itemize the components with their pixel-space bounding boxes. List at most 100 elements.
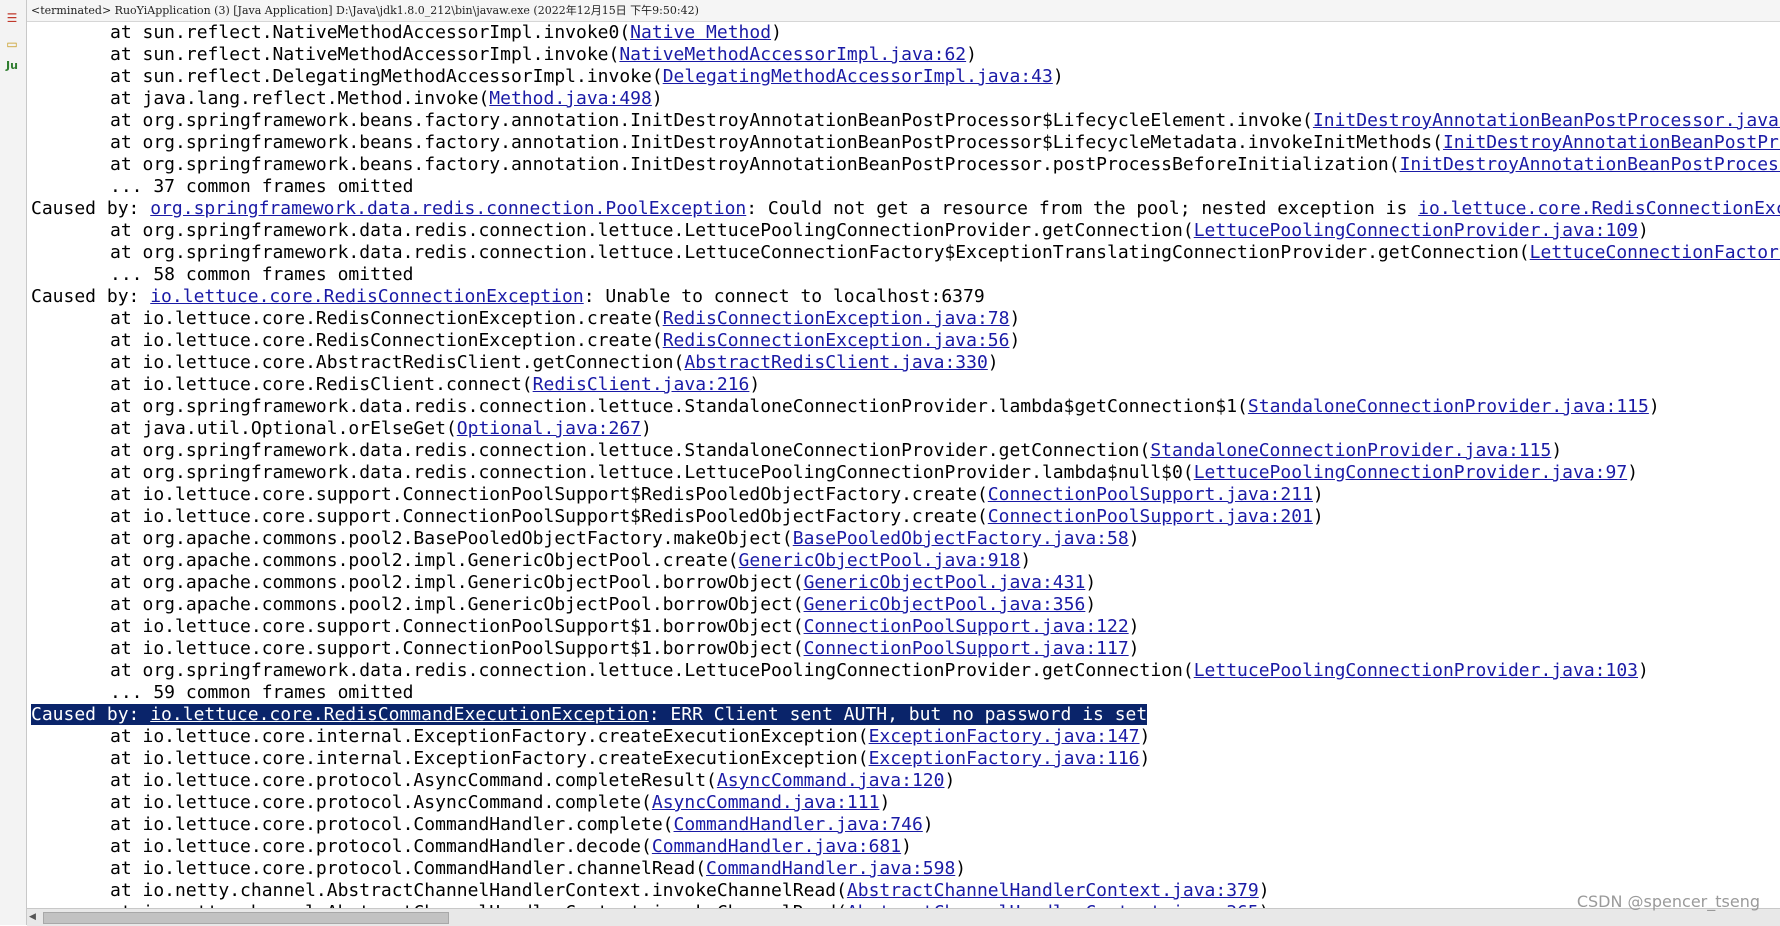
line-text: ) bbox=[1085, 572, 1097, 593]
line-text: ) bbox=[1627, 462, 1639, 483]
line-text: ) bbox=[1638, 220, 1649, 241]
source-link[interactable]: CommandHandler.java:598 bbox=[706, 858, 955, 879]
line-text: ) bbox=[966, 44, 977, 65]
stack-frame-line: at org.apache.commons.pool2.impl.Generic… bbox=[27, 594, 1780, 616]
source-link[interactable]: AbstractRedisClient.java:330 bbox=[684, 352, 987, 373]
selected-text[interactable]: Caused by: io.lettuce.core.RedisCommandE… bbox=[31, 704, 1148, 725]
line-text: ) bbox=[901, 836, 912, 857]
line-text: ) bbox=[944, 770, 956, 791]
source-link[interactable]: LettucePoolingConnectionProvider.java:10… bbox=[1194, 660, 1638, 681]
omitted-frames-line: ... 37 common frames omitted bbox=[27, 176, 1780, 198]
line-text: at io.lettuce.core.RedisConnectionExcept… bbox=[110, 330, 663, 351]
source-link[interactable]: ConnectionPoolSupport.java:122 bbox=[804, 616, 1129, 637]
source-link[interactable]: NativeMethodAccessorImpl.java:62 bbox=[619, 44, 966, 65]
source-link[interactable]: StandaloneConnectionProvider.java:115 bbox=[1248, 396, 1649, 417]
source-link[interactable]: ConnectionPoolSupport.java:211 bbox=[988, 484, 1313, 505]
source-link[interactable]: CommandHandler.java:746 bbox=[674, 814, 923, 835]
source-link[interactable]: BasePooledObjectFactory.java:58 bbox=[793, 528, 1129, 549]
source-link[interactable]: io.lettuce.core.RedisConnectionException bbox=[150, 286, 583, 307]
stack-frame-line: at org.springframework.data.redis.connec… bbox=[27, 440, 1780, 462]
folder-icon[interactable]: ▭ bbox=[4, 36, 20, 52]
line-text: ) bbox=[1258, 880, 1270, 901]
line-text: at io.lettuce.core.RedisConnectionExcept… bbox=[110, 308, 663, 329]
console-title: <terminated> RuoYiApplication (3) [Java … bbox=[27, 0, 1780, 22]
horizontal-scrollbar[interactable]: ◀ bbox=[27, 908, 1780, 926]
stack-frame-line: at io.lettuce.core.protocol.AsyncCommand… bbox=[27, 770, 1780, 792]
source-link[interactable]: GenericObjectPool.java:356 bbox=[804, 594, 1086, 615]
line-text: ... 59 common frames omitted bbox=[110, 682, 414, 703]
source-link[interactable]: Native Method bbox=[630, 22, 771, 43]
console-output[interactable]: at sun.reflect.NativeMethodAccessorImpl.… bbox=[27, 22, 1780, 908]
source-link[interactable]: GenericObjectPool.java:431 bbox=[804, 572, 1086, 593]
stack-frame-line: at io.lettuce.core.RedisConnectionExcept… bbox=[27, 308, 1780, 330]
omitted-frames-line: ... 59 common frames omitted bbox=[27, 682, 1780, 704]
source-link[interactable]: ExceptionFactory.java:116 bbox=[869, 748, 1140, 769]
stack-frame-line: at org.springframework.data.redis.connec… bbox=[27, 462, 1780, 484]
stack-frame-line: at org.springframework.data.redis.connec… bbox=[27, 660, 1780, 682]
line-text: at org.apache.commons.pool2.impl.Generic… bbox=[110, 550, 739, 571]
line-text: at io.lettuce.core.protocol.AsyncCommand… bbox=[110, 792, 652, 813]
line-text: ) bbox=[1009, 330, 1021, 351]
source-link[interactable]: AsyncCommand.java:120 bbox=[717, 770, 945, 791]
line-text: at org.springframework.beans.factory.ann… bbox=[110, 132, 1443, 153]
line-text: ) bbox=[1648, 396, 1660, 417]
line-text: ) bbox=[771, 22, 782, 43]
line-text: Caused by: bbox=[31, 704, 151, 725]
scroll-left-icon[interactable]: ◀ bbox=[29, 912, 36, 922]
source-link[interactable]: LettucePoolingConnectionProvider.java:10… bbox=[1194, 220, 1638, 241]
line-text: at io.lettuce.core.protocol.CommandHandl… bbox=[110, 836, 652, 857]
stack-frame-line: at org.springframework.data.redis.connec… bbox=[27, 396, 1780, 418]
line-text: ) bbox=[1128, 638, 1140, 659]
line-text: at java.util.Optional.orElseGet( bbox=[110, 418, 457, 439]
source-link[interactable]: Optional.java:267 bbox=[457, 418, 641, 439]
line-text: : Could not get a resource from the pool… bbox=[746, 198, 1419, 219]
line-text: at java.lang.reflect.Method.invoke( bbox=[110, 88, 490, 109]
source-link[interactable]: RedisClient.java:216 bbox=[533, 374, 750, 395]
stack-frame-line: at sun.reflect.NativeMethodAccessorImpl.… bbox=[27, 22, 1780, 44]
source-link[interactable]: InitDestroyAnnotationBeanPostProcessor.j… bbox=[1400, 154, 1780, 175]
source-link[interactable]: LettuceConnectionFactory.java:1595 bbox=[1530, 242, 1780, 263]
line-text: ) bbox=[955, 858, 967, 879]
line-text: at sun.reflect.NativeMethodAccessorImpl.… bbox=[110, 44, 620, 65]
line-text: ) bbox=[1128, 528, 1140, 549]
line-text: at org.springframework.data.redis.connec… bbox=[110, 220, 1194, 241]
line-text: at org.springframework.data.redis.connec… bbox=[110, 440, 1151, 461]
source-link[interactable]: StandaloneConnectionProvider.java:115 bbox=[1150, 440, 1551, 461]
source-link[interactable]: Method.java:498 bbox=[489, 88, 652, 109]
stack-frame-line: at io.lettuce.core.support.ConnectionPoo… bbox=[27, 506, 1780, 528]
line-text: ) bbox=[1139, 748, 1151, 769]
source-link[interactable]: GenericObjectPool.java:918 bbox=[739, 550, 1021, 571]
source-link[interactable]: InitDestroyAnnotationBeanPostProcessor.j… bbox=[1443, 132, 1780, 153]
source-link[interactable]: org.springframework.data.redis.connectio… bbox=[150, 198, 746, 219]
source-link[interactable]: io.lettuce.core.RedisConnectionException bbox=[1418, 198, 1780, 219]
line-text: at io.netty.channel.AbstractChannelHandl… bbox=[110, 880, 847, 901]
line-text: at io.lettuce.core.internal.ExceptionFac… bbox=[110, 726, 869, 747]
source-link[interactable]: ConnectionPoolSupport.java:201 bbox=[988, 506, 1313, 527]
scrollbar-thumb[interactable] bbox=[43, 912, 449, 924]
source-link[interactable]: AbstractChannelHandlerContext.java:379 bbox=[847, 880, 1259, 901]
stack-icon[interactable]: ☰ bbox=[4, 10, 20, 26]
stack-frame-line: at io.lettuce.core.internal.ExceptionFac… bbox=[27, 748, 1780, 770]
line-text: ) bbox=[1085, 594, 1097, 615]
line-text: ) bbox=[1128, 616, 1140, 637]
source-link[interactable]: LettucePoolingConnectionProvider.java:97 bbox=[1194, 462, 1627, 483]
stack-frame-line: at io.lettuce.core.protocol.AsyncCommand… bbox=[27, 792, 1780, 814]
line-text: at org.springframework.data.redis.connec… bbox=[110, 660, 1194, 681]
caused-by-line: Caused by: io.lettuce.core.RedisCommandE… bbox=[27, 704, 1780, 726]
source-link[interactable]: InitDestroyAnnotationBeanPostProcessor.j… bbox=[1313, 110, 1780, 131]
console-gutter: ☰ ▭ Ju bbox=[0, 0, 27, 925]
line-text: ) bbox=[641, 418, 652, 439]
source-link[interactable]: RedisConnectionException.java:78 bbox=[663, 308, 1010, 329]
source-link[interactable]: ExceptionFactory.java:147 bbox=[869, 726, 1140, 747]
line-text: ) bbox=[879, 792, 891, 813]
line-text: ) bbox=[1312, 506, 1324, 527]
source-link[interactable]: io.lettuce.core.RedisCommandExecutionExc… bbox=[150, 704, 649, 725]
source-link[interactable]: AsyncCommand.java:111 bbox=[652, 792, 880, 813]
source-link[interactable]: CommandHandler.java:681 bbox=[652, 836, 901, 857]
source-link[interactable]: RedisConnectionException.java:56 bbox=[663, 330, 1010, 351]
source-link[interactable]: ConnectionPoolSupport.java:117 bbox=[804, 638, 1129, 659]
line-text: at org.springframework.beans.factory.ann… bbox=[110, 110, 1313, 131]
line-text: at io.lettuce.core.support.ConnectionPoo… bbox=[110, 484, 988, 505]
junit-icon[interactable]: Ju bbox=[4, 58, 20, 74]
source-link[interactable]: DelegatingMethodAccessorImpl.java:43 bbox=[663, 66, 1053, 87]
